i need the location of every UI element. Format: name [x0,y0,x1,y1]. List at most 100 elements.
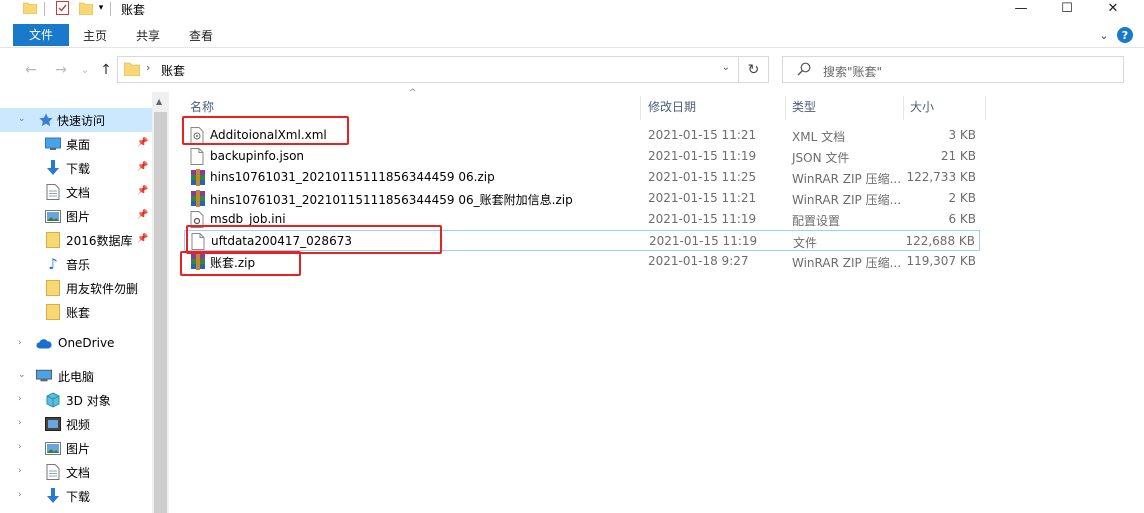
file-row[interactable]: hins10761031_20210115111856344459 06.zip… [184,167,980,188]
folder-icon [45,280,61,296]
folder-icon[interactable] [22,0,38,16]
sidebar-item-2016-database[interactable]: 2016数据库 📌 [0,228,152,252]
title-bar: ▾ 账套 — ☐ ✕ [0,0,1144,22]
sidebar-item-quick-access[interactable]: ⌄ 快速访问 [0,108,152,132]
navigation-pane: ⌄ 快速访问 桌面 📌 下载 📌 文档 📌 图片 📌 2016数据库 📌 ♪ 音… [0,92,152,513]
navigation-pane-scrollbar[interactable]: ▲ [152,92,169,513]
title-divider [110,2,111,16]
pin-icon[interactable]: 📌 [137,234,148,244]
sidebar-item-desktop[interactable]: 桌面 📌 [0,132,152,156]
tab-home[interactable]: 主页 [71,25,119,47]
back-button[interactable]: ← [22,61,40,79]
file-name: hins10761031_20210115111856344459 06.zip [210,170,495,184]
expand-arrow-icon[interactable]: › [18,466,22,476]
sidebar-item-pc-documents[interactable]: › 文档 [0,460,152,484]
file-size: 119,307 KB [906,254,976,268]
expand-arrow-icon[interactable]: › [18,418,22,428]
expand-arrow-icon[interactable]: › [18,490,22,500]
onedrive-icon [36,336,52,352]
expand-arrow-icon[interactable]: › [18,338,22,348]
column-header-type[interactable]: 类型 [786,96,904,120]
file-type: WinRAR ZIP 压缩... [792,193,902,207]
search-input[interactable]: 搜索"账套" [823,63,882,80]
pin-icon[interactable]: 📌 [137,162,148,172]
recent-locations-button[interactable]: ⌄ [76,61,94,79]
file-date: 2021-01-15 11:19 [648,149,757,163]
file-row[interactable]: 账套.zip 2021-01-18 9:27 WinRAR ZIP 压缩... … [184,251,980,272]
sidebar-item-label: 快速访问 [57,114,106,128]
refresh-button[interactable]: ↻ [739,56,769,83]
json-file-icon [190,148,206,165]
file-size: 122,733 KB [906,170,976,184]
sidebar-item-label: 视频 [66,418,91,432]
highlight-box [180,251,301,276]
sidebar-item-label: 图片 [66,442,91,456]
up-button[interactable]: ↑ [97,61,115,79]
folder-icon [45,304,61,320]
column-header-size[interactable]: 大小 [904,96,986,120]
this-pc-icon [36,368,52,384]
sidebar-item-documents[interactable]: 文档 📌 [0,180,152,204]
pin-icon[interactable]: 📌 [137,138,148,148]
folder-icon [123,62,141,77]
file-name: hins10761031_20210115111856344459 06_账套附… [210,193,573,207]
documents-icon [45,464,61,480]
collapse-arrow-icon[interactable]: ⌄ [18,114,26,124]
sidebar-item-this-pc[interactable]: ⌄ 此电脑 [0,364,152,388]
minimize-button[interactable]: — [998,0,1044,16]
breadcrumb-current[interactable]: 账套 [161,62,185,79]
download-icon [45,160,61,176]
sidebar-item-music[interactable]: ♪ 音乐 [0,252,152,276]
sidebar-item-label: 音乐 [66,258,91,272]
scroll-up-icon[interactable]: ▲ [156,97,162,106]
collapse-arrow-icon[interactable]: ⌄ [18,370,26,380]
tab-share[interactable]: 共享 [124,25,172,47]
file-date: 2021-01-15 11:21 [648,128,757,142]
scrollbar-thumb[interactable] [154,112,167,513]
file-date: 2021-01-15 11:25 [648,170,757,184]
file-row[interactable]: backupinfo.json 2021-01-15 11:19 JSON 文件… [184,146,980,167]
sidebar-item-pictures[interactable]: 图片 📌 [0,204,152,228]
sidebar-item-videos[interactable]: › 视频 [0,412,152,436]
sidebar-item-yonyou-folder[interactable]: 用友软件勿删 [0,276,152,300]
pin-icon[interactable]: 📌 [137,210,148,220]
sidebar-item-zhangtao[interactable]: 账套 [0,300,152,324]
address-dropdown-button[interactable]: ⌄ [722,62,730,73]
customize-toolbar-icon[interactable]: ▾ [95,0,107,16]
expand-arrow-icon[interactable]: › [18,394,22,404]
star-icon [38,112,54,128]
sidebar-item-downloads[interactable]: 下载 📌 [0,156,152,180]
navigation-bar: ← → ⌄ ↑ › 账套 ⌄ ↻ 搜索"账套" [0,48,1144,92]
sidebar-item-pc-pictures[interactable]: › 图片 [0,436,152,460]
expand-arrow-icon[interactable]: › [18,442,22,452]
sidebar-item-3d-objects[interactable]: › 3D 对象 [0,388,152,412]
ribbon-collapse-button[interactable]: ⌄ [1096,27,1112,43]
file-date: 2021-01-15 11:19 [648,212,757,226]
file-type: 配置设置 [792,214,841,228]
search-box[interactable]: 搜索"账套" [782,56,1124,83]
sidebar-item-onedrive[interactable]: › OneDrive [0,332,152,356]
file-list-view: ^ 名称 修改日期 类型 大小 AdditoionalXml.xml 2021-… [170,88,1144,513]
pin-icon[interactable]: 📌 [137,186,148,196]
help-icon[interactable]: ? [1117,27,1133,43]
sidebar-item-pc-downloads[interactable]: › 下载 [0,484,152,508]
maximize-button[interactable]: ☐ [1044,0,1090,16]
tab-view[interactable]: 查看 [177,25,225,47]
forward-button[interactable]: → [52,61,70,79]
window-title: 账套 [121,3,146,17]
folder-icon [45,232,61,248]
close-button[interactable]: ✕ [1090,0,1136,16]
address-bar[interactable]: › 账套 ⌄ [117,56,739,83]
breadcrumb-chevron-icon[interactable]: › [146,61,150,74]
column-header-date[interactable]: 修改日期 [642,96,786,120]
new-folder-icon[interactable] [78,0,94,16]
sidebar-item-label: 下载 [66,162,91,176]
videos-icon [45,416,61,432]
quick-access-divider [44,2,45,16]
pictures-icon [45,208,61,224]
file-row[interactable]: hins10761031_20210115111856344459 06_账套附… [184,188,980,209]
tab-file[interactable]: 文件 [13,24,69,46]
properties-icon[interactable] [54,0,70,16]
file-date: 2021-01-18 9:27 [648,254,749,268]
pictures-icon [45,440,61,456]
